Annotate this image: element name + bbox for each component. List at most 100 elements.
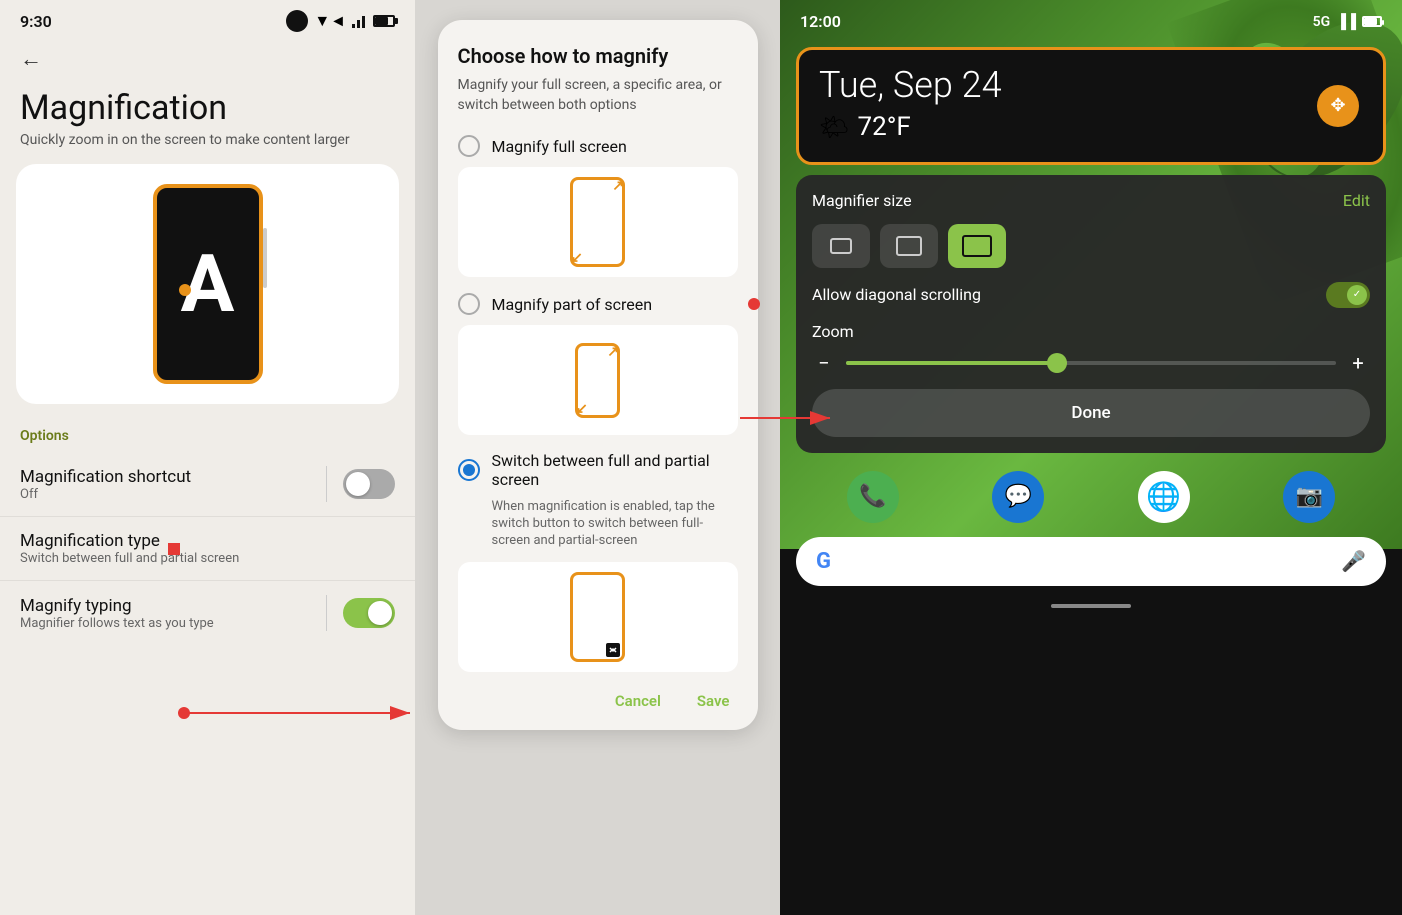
phone-mockup: A xyxy=(153,184,263,384)
setting-value-type: Switch between full and partial screen xyxy=(20,551,395,566)
app-messages[interactable]: 💬 xyxy=(992,471,1044,523)
setting-name: Magnification shortcut xyxy=(20,467,310,487)
setting-name-type: Magnification type xyxy=(20,531,395,551)
mic-icon[interactable]: 🎤 xyxy=(1341,549,1366,573)
app-phone[interactable]: 📞 xyxy=(847,471,899,523)
zoom-minus-button[interactable]: − xyxy=(812,351,836,375)
preview-full-screen: ↗ ↙ xyxy=(458,167,738,277)
phone-preview-card: A xyxy=(16,164,399,404)
zoom-row: Zoom − + xyxy=(812,322,1370,375)
status-icons: ▼◄ xyxy=(286,10,395,32)
signal-icon: ▐▐ xyxy=(1336,13,1356,30)
phone-status-time: 12:00 xyxy=(800,12,841,31)
option-switch-desc: When magnification is enabled, tap the s… xyxy=(492,499,738,550)
setting-magnify-typing[interactable]: Magnify typing Magnifier follows text as… xyxy=(0,580,415,645)
size-btn-large[interactable] xyxy=(948,224,1006,268)
done-button[interactable]: Done xyxy=(812,389,1370,437)
size-btn-medium[interactable] xyxy=(880,224,938,268)
preview-switch xyxy=(458,562,738,672)
toggle-diagonal[interactable]: ✓ xyxy=(1326,282,1370,308)
phone-side-bar xyxy=(263,228,267,288)
switch-button-icon xyxy=(606,643,620,657)
radio-option-switch[interactable]: Switch between full and partial screen xyxy=(458,451,738,489)
arrow-tl-2: ↗ xyxy=(607,344,619,360)
clock-widget: Tue, Sep 24 🌤 72°F ✥ xyxy=(796,47,1386,165)
setting-magnification-shortcut[interactable]: Magnification shortcut Off xyxy=(0,452,415,516)
phone-status-bar: 12:00 5G ▐▐ xyxy=(780,0,1402,37)
diagonal-scrolling-row: Allow diagonal scrolling ✓ xyxy=(812,282,1370,308)
arrow-annotation xyxy=(170,698,420,728)
right-panel: 12:00 5G ▐▐ Tue, Sep 24 🌤 72°F ✥ xyxy=(780,0,1402,915)
phone-status-right: 5G ▐▐ xyxy=(1313,13,1382,30)
options-label: Options xyxy=(0,424,415,452)
app-camera[interactable]: 📷 xyxy=(1283,471,1335,523)
move-button[interactable]: ✥ xyxy=(1317,85,1359,127)
back-button[interactable]: ← xyxy=(0,38,62,80)
diag-label: Allow diagonal scrolling xyxy=(812,285,981,304)
zoom-slider-track[interactable] xyxy=(846,361,1336,365)
weather-icon: 🌤 xyxy=(819,113,849,141)
phone-dot xyxy=(179,284,191,296)
annotation-dot xyxy=(168,543,180,555)
radio-label-full: Magnify full screen xyxy=(492,137,627,156)
zoom-plus-button[interactable]: + xyxy=(1346,351,1370,375)
page-title: Magnification xyxy=(0,80,415,132)
google-logo: G xyxy=(816,549,831,574)
setting-value-typing: Magnifier follows text as you type xyxy=(20,616,310,631)
radio-full-screen[interactable] xyxy=(458,135,480,157)
setting-name-typing: Magnify typing xyxy=(20,596,310,616)
left-settings-panel: 9:30 ▼◄ ← Magnification Quickly zoom in … xyxy=(0,0,415,915)
dialog-title: Choose how to magnify xyxy=(458,44,738,68)
magnifier-size-label: Magnifier size xyxy=(812,191,912,210)
choose-magnify-dialog: Choose how to magnify Magnify your full … xyxy=(438,20,758,730)
setting-value-shortcut: Off xyxy=(20,487,310,502)
annotation-dot-2 xyxy=(748,298,760,310)
switch-phone-mockup xyxy=(570,572,625,662)
size-btn-small[interactable] xyxy=(812,224,870,268)
setting-magnification-type[interactable]: Magnification type Switch between full a… xyxy=(0,516,415,580)
magnifier-size-row: Magnifier size Edit xyxy=(812,191,1370,210)
magnify-phone-partial: ↗ ↙ xyxy=(575,343,620,418)
nav-bar xyxy=(780,596,1402,616)
page-subtitle: Quickly zoom in on the screen to make co… xyxy=(0,132,415,164)
battery-icon-right xyxy=(1362,16,1382,27)
radio-switch-screen[interactable] xyxy=(458,459,480,481)
move-icon: ✥ xyxy=(1330,95,1345,116)
zoom-label: Zoom xyxy=(812,322,1370,341)
setting-divider xyxy=(326,466,327,502)
weather-temp: 72°F xyxy=(857,112,910,142)
dialog-actions: Cancel Save xyxy=(458,688,738,714)
radio-option-full[interactable]: Magnify full screen xyxy=(458,135,738,157)
setting-text: Magnification shortcut Off xyxy=(20,467,310,502)
slider-thumb[interactable] xyxy=(1047,353,1067,373)
middle-panel: Choose how to magnify Magnify your full … xyxy=(415,0,780,915)
toggle-magnification-shortcut[interactable] xyxy=(343,469,395,499)
magnifier-panel: Magnifier size Edit Allow diagonal scrol… xyxy=(796,175,1386,453)
toggle-magnify-typing[interactable] xyxy=(343,598,395,628)
radio-label-switch: Switch between full and partial screen xyxy=(492,451,738,489)
app-chrome[interactable]: 🌐 xyxy=(1138,471,1190,523)
cancel-button[interactable]: Cancel xyxy=(607,688,669,714)
status-bar: 9:30 ▼◄ xyxy=(0,0,415,38)
setting-text-typing: Magnify typing Magnifier follows text as… xyxy=(20,596,310,631)
save-button[interactable]: Save xyxy=(689,688,738,714)
magnify-phone-full: ↗ ↙ xyxy=(570,177,625,267)
radio-partial-screen[interactable] xyxy=(458,293,480,315)
arrow-br-2: ↙ xyxy=(576,401,588,417)
edit-link[interactable]: Edit xyxy=(1343,191,1370,210)
radio-option-partial[interactable]: Magnify part of screen xyxy=(458,293,738,315)
battery-icon xyxy=(373,15,395,27)
clock-date: Tue, Sep 24 xyxy=(819,66,1363,106)
size-medium-icon xyxy=(896,236,922,256)
signal-bars xyxy=(352,14,365,28)
arrow-br: ↙ xyxy=(571,250,583,266)
google-search-bar[interactable]: G 🎤 xyxy=(796,537,1386,586)
phone-letter-a: A xyxy=(181,244,235,324)
toggle-sm-thumb: ✓ xyxy=(1347,285,1367,305)
size-small-icon xyxy=(830,238,852,254)
camera-icon xyxy=(286,10,308,32)
status-time: 9:30 xyxy=(20,12,52,31)
size-large-icon xyxy=(962,235,992,257)
preview-partial-screen: ↗ ↙ xyxy=(458,325,738,435)
clock-weather: 🌤 72°F xyxy=(819,112,1363,142)
